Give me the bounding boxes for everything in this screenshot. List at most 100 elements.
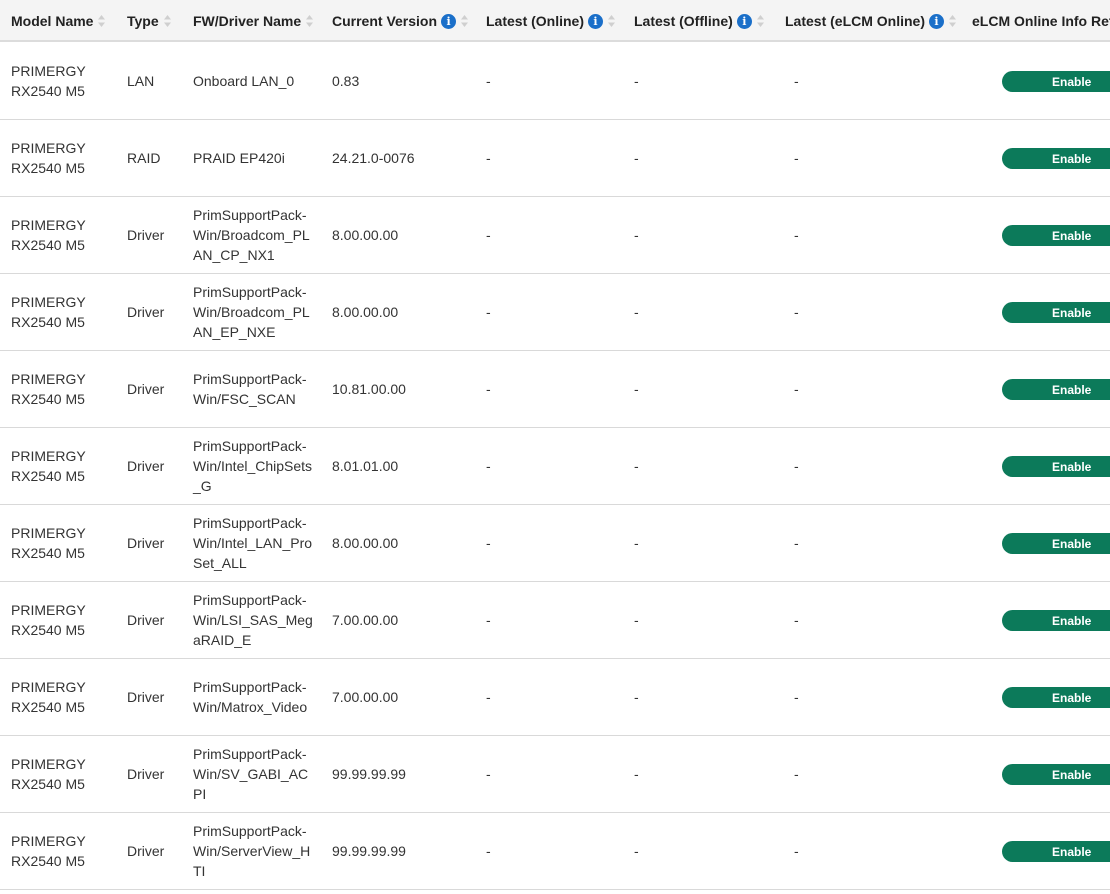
cell-text: Driver [127, 458, 165, 474]
elcm-enable-button[interactable]: Enable [1002, 379, 1110, 400]
column-header-current-version[interactable]: Current Version i [332, 0, 469, 42]
cell-latest-offline: - [634, 659, 694, 735]
cell-fw-driver-name: PrimSupportPack-Win/ServerView_HTI [193, 813, 313, 889]
column-header-fw-driver-name[interactable]: FW/Driver Name [193, 0, 314, 42]
cell-text: - [794, 381, 799, 397]
cell-fw-driver-name: Onboard LAN_0 [193, 43, 313, 119]
column-header-latest-offline[interactable]: Latest (Offline) i [634, 0, 765, 42]
elcm-enable-button[interactable]: Enable [1002, 687, 1110, 708]
cell-type: RAID [127, 120, 187, 196]
cell-text: - [794, 612, 799, 628]
elcm-enable-button[interactable]: Enable [1002, 225, 1110, 246]
cell-text: PRIMERGY RX2540 M5 [11, 602, 86, 638]
column-header-elcm-online-info-retrieval[interactable]: eLCM Online Info Retr [972, 0, 1110, 42]
cell-latest-elcm-online: - [794, 43, 854, 119]
cell-latest-online: - [486, 813, 546, 889]
elcm-enable-button[interactable]: Enable [1002, 302, 1110, 323]
firmware-table: Model Name Type FW/Driver Name Current Vers… [0, 0, 1110, 894]
cell-type: LAN [127, 43, 187, 119]
cell-text: 24.21.0-0076 [332, 150, 415, 166]
cell-text: - [486, 843, 491, 859]
column-header-latest-elcm-online[interactable]: Latest (eLCM Online) i [785, 0, 957, 42]
cell-latest-offline: - [634, 351, 694, 427]
elcm-enable-button[interactable]: Enable [1002, 71, 1110, 92]
cell-text: - [634, 458, 639, 474]
cell-type: Driver [127, 813, 187, 889]
cell-text: PrimSupportPack-Win/Broadcom_PLAN_EP_NXE [193, 284, 310, 340]
cell-text: PrimSupportPack-Win/Intel_LAN_ProSet_ALL [193, 515, 313, 571]
sort-icon[interactable] [756, 14, 765, 28]
table-row: PRIMERGY RX2540 M5 Driver PrimSupportPack-… [0, 659, 1110, 736]
cell-latest-elcm-online: - [794, 351, 854, 427]
cell-text: - [486, 150, 491, 166]
column-header-latest-online[interactable]: Latest (Online) i [486, 0, 616, 42]
cell-text: - [486, 535, 491, 551]
cell-text: RAID [127, 150, 161, 166]
cell-model-name: PRIMERGY RX2540 M5 [11, 736, 106, 812]
cell-text: PRIMERGY RX2540 M5 [11, 679, 86, 715]
cell-type: Driver [127, 428, 187, 504]
cell-text: - [634, 304, 639, 320]
cell-text: - [634, 535, 639, 551]
cell-latest-online: - [486, 43, 546, 119]
cell-fw-driver-name: PrimSupportPack-Win/FSC_SCAN [193, 351, 313, 427]
column-header-model-name[interactable]: Model Name [11, 0, 106, 42]
cell-fw-driver-name: PrimSupportPack-Win/Intel_LAN_ProSet_ALL [193, 505, 313, 581]
table-row: PRIMERGY RX2540 M5 Driver PrimSupportPack-… [0, 582, 1110, 659]
cell-text: PrimSupportPack-Win/Broadcom_PLAN_CP_NX1 [193, 207, 310, 263]
column-header-label: Latest (eLCM Online) [785, 13, 926, 29]
cell-model-name: PRIMERGY RX2540 M5 [11, 120, 106, 196]
sort-icon[interactable] [607, 14, 616, 28]
cell-text: PRIMERGY RX2540 M5 [11, 140, 86, 176]
cell-latest-offline: - [634, 582, 694, 658]
info-icon[interactable]: i [929, 13, 945, 29]
sort-icon[interactable] [948, 14, 957, 28]
cell-latest-online: - [486, 428, 546, 504]
table-row: PRIMERGY RX2540 M5 Driver PrimSupportPack-… [0, 736, 1110, 813]
cell-text: - [794, 227, 799, 243]
info-icon[interactable]: i [441, 13, 457, 29]
sort-icon[interactable] [460, 14, 469, 28]
cell-text: - [486, 73, 491, 89]
cell-text: Driver [127, 843, 165, 859]
elcm-enable-button[interactable]: Enable [1002, 841, 1110, 862]
cell-latest-online: - [486, 351, 546, 427]
cell-text: PRAID EP420i [193, 150, 285, 166]
cell-latest-offline: - [634, 120, 694, 196]
cell-text: - [634, 381, 639, 397]
elcm-enable-button[interactable]: Enable [1002, 148, 1110, 169]
cell-text: - [794, 535, 799, 551]
cell-latest-offline: - [634, 736, 694, 812]
elcm-enable-button[interactable]: Enable [1002, 764, 1110, 785]
info-icon[interactable]: i [588, 13, 604, 29]
cell-text: 7.00.00.00 [332, 612, 399, 628]
table-row: PRIMERGY RX2540 M5 Driver PrimSupportPack-… [0, 813, 1110, 890]
sort-icon[interactable] [97, 14, 106, 28]
cell-text: - [486, 227, 491, 243]
cell-text: PrimSupportPack-Win/ServerView_HTI [193, 823, 311, 879]
sort-icon[interactable] [163, 14, 172, 28]
cell-latest-online: - [486, 582, 546, 658]
cell-latest-elcm-online: - [794, 582, 854, 658]
cell-current-version: 8.01.01.00 [332, 428, 472, 504]
column-header-type[interactable]: Type [127, 0, 172, 42]
cell-model-name: PRIMERGY RX2540 M5 [11, 582, 106, 658]
cell-text: PRIMERGY RX2540 M5 [11, 525, 86, 561]
column-header-label: Model Name [11, 13, 94, 29]
cell-latest-offline: - [634, 505, 694, 581]
table-row: PRIMERGY RX2540 M5 Driver PrimSupportPack-… [0, 351, 1110, 428]
elcm-enable-button[interactable]: Enable [1002, 533, 1110, 554]
sort-icon[interactable] [305, 14, 314, 28]
table-header: Model Name Type FW/Driver Name Current Vers… [0, 0, 1110, 42]
info-icon[interactable]: i [736, 13, 752, 29]
cell-latest-online: - [486, 659, 546, 735]
cell-text: PRIMERGY RX2540 M5 [11, 63, 86, 99]
cell-text: 0.83 [332, 73, 360, 89]
cell-current-version: 99.99.99.99 [332, 813, 472, 889]
elcm-enable-button[interactable]: Enable [1002, 456, 1110, 477]
cell-text: - [486, 381, 491, 397]
cell-text: - [634, 227, 639, 243]
cell-latest-offline: - [634, 813, 694, 889]
cell-current-version: 8.00.00.00 [332, 505, 472, 581]
elcm-enable-button[interactable]: Enable [1002, 610, 1110, 631]
